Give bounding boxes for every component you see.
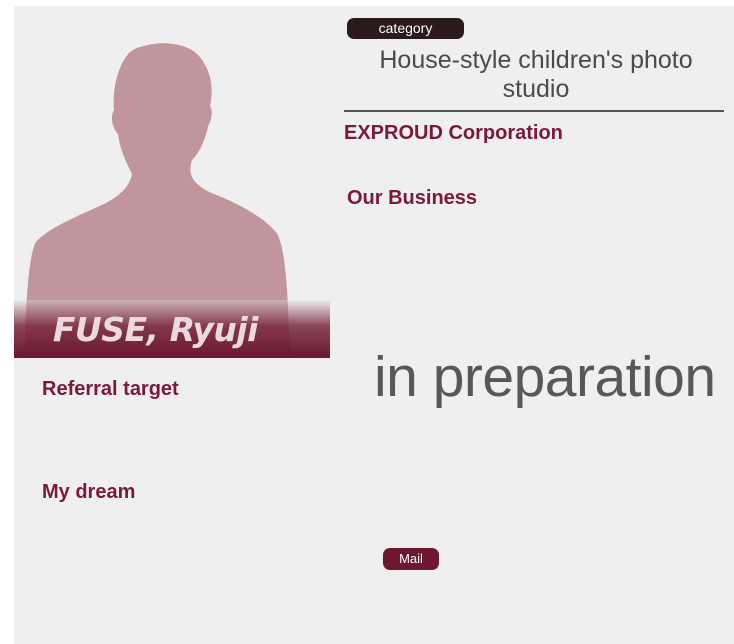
person-name: FUSE, Ryuji bbox=[52, 310, 259, 349]
business-category-title: House-style children's photo studio bbox=[379, 46, 693, 103]
in-preparation-text: in preparation bbox=[374, 345, 716, 409]
title-divider bbox=[344, 110, 724, 112]
referral-target-heading: Referral target bbox=[42, 378, 179, 400]
category-badge: category bbox=[347, 18, 464, 39]
mail-button[interactable]: Mail bbox=[383, 548, 439, 570]
my-dream-heading: My dream bbox=[42, 481, 136, 503]
our-business-heading: Our Business bbox=[347, 187, 478, 209]
company-name: EXPROUD Corporation bbox=[344, 122, 563, 144]
